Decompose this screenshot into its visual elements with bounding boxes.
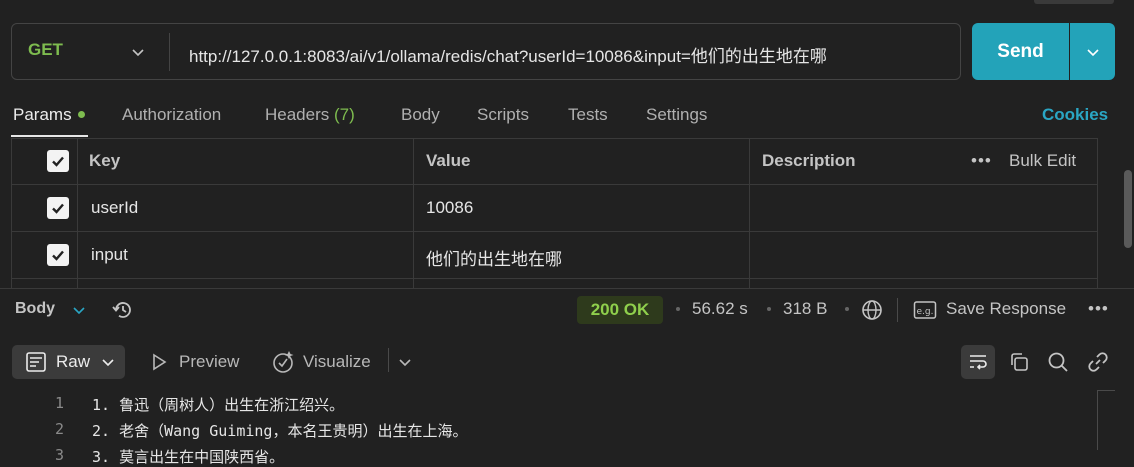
send-button[interactable]: Send xyxy=(972,23,1069,80)
toolbar-separator xyxy=(388,348,389,372)
table-border-top xyxy=(11,138,1098,139)
response-time[interactable]: 56.62 s xyxy=(692,299,748,319)
row-checkbox[interactable] xyxy=(47,197,69,219)
response-body-label[interactable]: Body xyxy=(15,300,55,318)
line-number: 3 xyxy=(54,446,64,464)
response-divider[interactable] xyxy=(0,288,1134,289)
tab-headers[interactable]: Headers (7) xyxy=(265,105,355,125)
tab-params-label: Params xyxy=(13,105,72,124)
code-scrollbar-cap xyxy=(1097,390,1115,391)
cookies-link[interactable]: Cookies xyxy=(1042,105,1108,125)
tab-params[interactable]: Params xyxy=(13,105,85,125)
code-line: 2. 老舍（Wang Guiming，本名王贵明）出生在上海。 xyxy=(92,422,468,440)
play-icon[interactable] xyxy=(150,352,168,372)
chevron-down-icon[interactable] xyxy=(131,45,145,59)
table-divider xyxy=(11,184,1098,185)
column-header-value: Value xyxy=(426,151,471,170)
code-line: 3. 莫言出生在中国陕西省。 xyxy=(92,448,285,466)
wrap-lines-button[interactable] xyxy=(961,345,995,379)
active-tab-underline xyxy=(11,135,88,137)
chevron-down-icon[interactable] xyxy=(398,355,412,369)
table-divider xyxy=(749,138,750,288)
check-icon xyxy=(52,203,64,214)
send-options-button[interactable] xyxy=(1070,23,1115,80)
example-icon[interactable]: e.g. xyxy=(913,300,937,320)
tab-tests[interactable]: Tests xyxy=(568,105,608,125)
chevron-down-icon[interactable] xyxy=(72,303,86,317)
response-size[interactable]: 318 B xyxy=(783,299,827,319)
table-border-right xyxy=(1097,138,1098,288)
param-value-cell[interactable]: 他们的出生地在哪 xyxy=(426,245,562,270)
bulk-edit-button[interactable]: Bulk Edit xyxy=(1009,151,1076,171)
tab-settings[interactable]: Settings xyxy=(646,105,707,125)
separator-dot xyxy=(767,307,771,311)
select-all-checkbox[interactable] xyxy=(47,150,69,172)
check-icon xyxy=(52,250,64,261)
globe-icon[interactable] xyxy=(860,298,884,322)
status-badge[interactable]: 200 OK xyxy=(577,296,663,324)
toolbar-separator xyxy=(897,298,898,322)
raw-view-label: Raw xyxy=(56,352,91,371)
tab-headers-label: Headers xyxy=(265,105,330,124)
visualize-button[interactable]: Visualize xyxy=(303,352,371,372)
search-icon[interactable] xyxy=(1046,350,1070,374)
param-key-cell[interactable]: userId xyxy=(91,198,138,218)
copy-icon[interactable] xyxy=(1007,350,1031,374)
check-icon xyxy=(52,156,64,167)
wrap-lines-icon xyxy=(970,355,987,370)
chevron-down-icon xyxy=(1086,48,1099,56)
param-key-cell[interactable]: input xyxy=(91,245,128,265)
table-divider xyxy=(77,138,78,288)
table-border-left xyxy=(11,138,12,288)
raw-view-icon xyxy=(26,352,46,372)
window-top-edge xyxy=(1034,0,1114,4)
code-line: 1. 鲁迅（周树人）出生在浙江绍兴。 xyxy=(92,396,345,414)
params-indicator-dot xyxy=(77,111,85,118)
code-scrollbar[interactable] xyxy=(1097,390,1098,450)
tab-authorization[interactable]: Authorization xyxy=(122,105,221,125)
params-scrollbar[interactable] xyxy=(1124,170,1132,248)
row-checkbox[interactable] xyxy=(47,244,69,266)
svg-text:e.g.: e.g. xyxy=(917,307,934,317)
more-options-icon[interactable]: ••• xyxy=(971,151,992,171)
history-icon[interactable] xyxy=(111,298,135,322)
preview-button[interactable]: Preview xyxy=(179,352,239,372)
separator-dot xyxy=(676,307,680,311)
link-icon[interactable] xyxy=(1086,350,1110,374)
url-separator xyxy=(169,33,170,71)
tab-body[interactable]: Body xyxy=(401,105,440,125)
save-response-button[interactable]: Save Response xyxy=(946,299,1066,319)
line-number: 1 xyxy=(54,394,64,412)
visualize-icon[interactable] xyxy=(271,349,295,375)
line-number: 2 xyxy=(54,420,64,438)
chevron-down-icon xyxy=(102,359,114,367)
column-header-key: Key xyxy=(89,151,121,170)
param-value-cell[interactable]: 10086 xyxy=(426,198,473,218)
url-input[interactable]: http://127.0.0.1:8083/ai/v1/ollama/redis… xyxy=(189,42,827,67)
table-divider xyxy=(11,278,1098,279)
headers-count: (7) xyxy=(334,105,355,124)
method-select[interactable]: GET xyxy=(28,40,63,60)
separator-dot xyxy=(845,307,849,311)
column-header-description: Description xyxy=(762,151,856,170)
table-divider xyxy=(413,138,414,288)
tab-scripts[interactable]: Scripts xyxy=(477,105,529,125)
table-divider xyxy=(11,231,1098,232)
more-options-icon[interactable]: ••• xyxy=(1088,299,1109,319)
